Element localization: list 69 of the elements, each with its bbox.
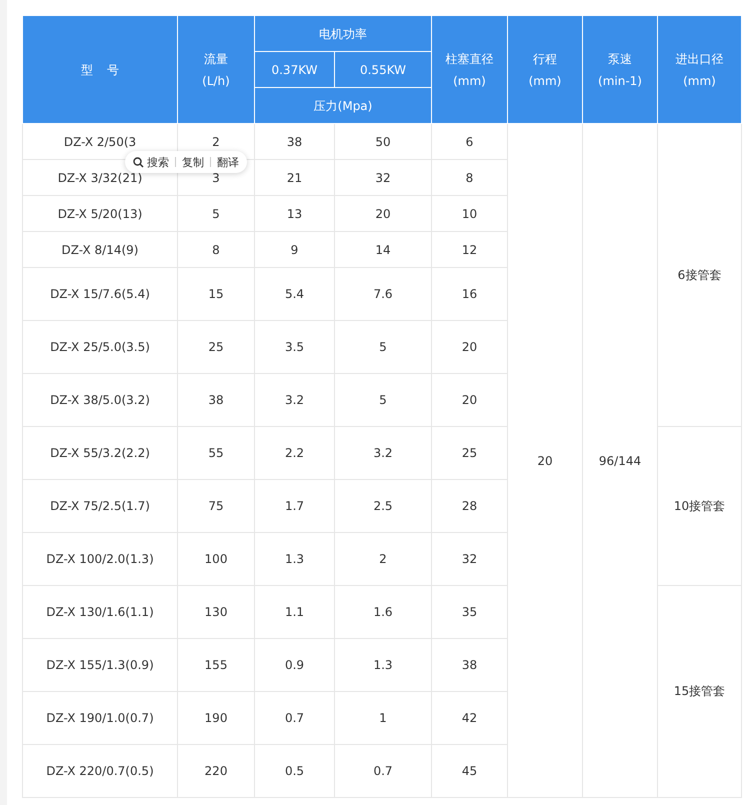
table-cell: 0.7 xyxy=(334,744,432,798)
table-cell: DZ-X 220/0.7(0.5) xyxy=(22,744,178,798)
table-cell: 3.5 xyxy=(254,320,334,374)
table-cell: 2 xyxy=(334,532,432,586)
search-icon xyxy=(133,156,144,168)
table-cell: DZ-X 5/20(13) xyxy=(22,196,178,232)
table-cell: 15接管套 xyxy=(658,586,742,798)
table-cell: 20 xyxy=(334,196,432,232)
table-cell: DZ-X 38/5.0(3.2) xyxy=(22,374,178,426)
table-cell: 55 xyxy=(178,426,254,480)
table-cell: 0.5 xyxy=(254,744,334,798)
header-cell: 0.37KW xyxy=(254,52,334,88)
table-cell: 5.4 xyxy=(254,268,334,320)
table-cell: 50 xyxy=(334,124,432,160)
table-cell: 38 xyxy=(254,124,334,160)
table-cell: 25 xyxy=(178,320,254,374)
header-cell: 0.55KW xyxy=(334,52,432,88)
header-cell: 进出口径 (mm) xyxy=(658,16,742,124)
table-cell: 21 xyxy=(254,160,334,196)
table-cell: 1.1 xyxy=(254,586,334,638)
table-cell: DZ-X 15/7.6(5.4) xyxy=(22,268,178,320)
table-cell: 8 xyxy=(178,232,254,268)
table-cell: 3.2 xyxy=(334,426,432,480)
table-cell: 20 xyxy=(508,124,582,798)
table-cell: DZ-X 190/1.0(0.7) xyxy=(22,692,178,744)
table-cell: 38 xyxy=(178,374,254,426)
table-cell: 15 xyxy=(178,268,254,320)
table-cell: 2.2 xyxy=(254,426,334,480)
table-cell: 100 xyxy=(178,532,254,586)
table-cell: DZ-X 155/1.3(0.9) xyxy=(22,638,178,692)
table-cell: 6接管套 xyxy=(658,124,742,426)
table-cell: DZ-X 100/2.0(1.3) xyxy=(22,532,178,586)
table-cell: 130 xyxy=(178,586,254,638)
table-cell: 5 xyxy=(178,196,254,232)
header-cell: 泵速 (min-1) xyxy=(582,16,658,124)
table-cell: DZ-X 25/5.0(3.5) xyxy=(22,320,178,374)
table-cell: 5 xyxy=(334,320,432,374)
header-cell: 行程 (mm) xyxy=(508,16,582,124)
header-cell: 压力(Mpa) xyxy=(254,88,432,124)
table-cell: 1.7 xyxy=(254,480,334,532)
table-cell: 1.6 xyxy=(334,586,432,638)
table-cell: 14 xyxy=(334,232,432,268)
table-cell: DZ-X 55/3.2(2.2) xyxy=(22,426,178,480)
table-cell: DZ-X 130/1.6(1.1) xyxy=(22,586,178,638)
table-cell: 3.2 xyxy=(254,374,334,426)
table-cell: 2.5 xyxy=(334,480,432,532)
table-cell: 96/144 xyxy=(582,124,658,798)
table-cell: 32 xyxy=(334,160,432,196)
table-cell: 1.3 xyxy=(334,638,432,692)
table-cell: 7.6 xyxy=(334,268,432,320)
table-cell: 190 xyxy=(178,692,254,744)
table-cell: 13 xyxy=(254,196,334,232)
table-cell: 155 xyxy=(178,638,254,692)
table-cell: 1.3 xyxy=(254,532,334,586)
table-cell: 0.7 xyxy=(254,692,334,744)
header-cell: 柱塞直径 (mm) xyxy=(432,16,508,124)
table-cell: 75 xyxy=(178,480,254,532)
table-cell: 9 xyxy=(254,232,334,268)
table-cell: 6 xyxy=(432,124,508,160)
header-cell: 流量 (L/h) xyxy=(178,16,254,124)
table-cell: 5 xyxy=(334,374,432,426)
header-cell: 型 号 xyxy=(22,16,178,124)
table-cell: 0.9 xyxy=(254,638,334,692)
table-cell: DZ-X 75/2.5(1.7) xyxy=(22,480,178,532)
table-cell: 1 xyxy=(334,692,432,744)
table-cell: 10接管套 xyxy=(658,426,742,586)
header-cell: 电机功率 xyxy=(254,16,432,52)
table-cell: 220 xyxy=(178,744,254,798)
table-cell: DZ-X 8/14(9) xyxy=(22,232,178,268)
